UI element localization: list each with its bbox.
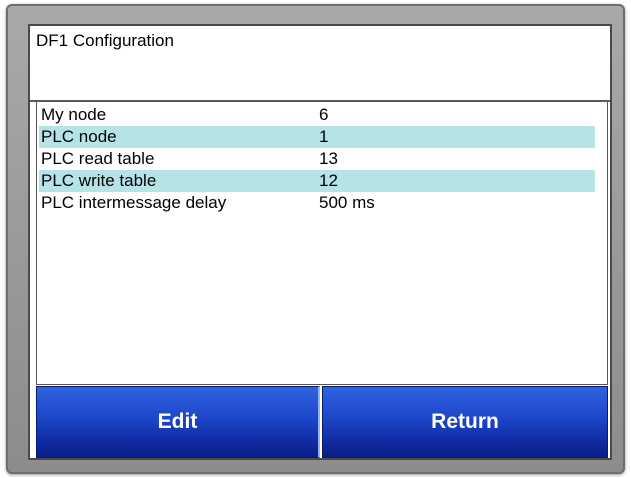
list-item-plc-intermessage-delay[interactable]: PLC intermessage delay 500 ms <box>39 192 595 214</box>
list-item-plc-node[interactable]: PLC node 1 <box>39 126 595 148</box>
button-bar: Edit Return <box>36 386 608 458</box>
row-label: My node <box>41 105 107 124</box>
row-label: PLC node <box>41 127 117 146</box>
settings-list: My node 6 PLC node 1 PLC read table 13 P… <box>36 102 608 385</box>
list-item-plc-write-table[interactable]: PLC write table 12 <box>39 170 595 192</box>
row-label: PLC write table <box>41 171 157 190</box>
page-title: DF1 Configuration <box>36 31 174 50</box>
hmi-screen: DF1 Configuration My node 6 PLC node 1 P… <box>28 24 612 460</box>
row-value: 500 ms <box>319 193 375 212</box>
row-value: 1 <box>319 127 329 146</box>
row-value: 13 <box>319 149 338 168</box>
row-label: PLC intermessage delay <box>41 193 227 212</box>
row-value: 6 <box>319 105 329 124</box>
title-bar: DF1 Configuration <box>30 26 610 102</box>
edit-button[interactable]: Edit <box>36 386 320 458</box>
row-label: PLC read table <box>41 149 155 168</box>
list-item-plc-read-table[interactable]: PLC read table 13 <box>39 148 595 170</box>
row-value: 12 <box>319 171 338 190</box>
return-button[interactable]: Return <box>322 386 608 458</box>
list-item-my-node[interactable]: My node 6 <box>39 104 595 126</box>
